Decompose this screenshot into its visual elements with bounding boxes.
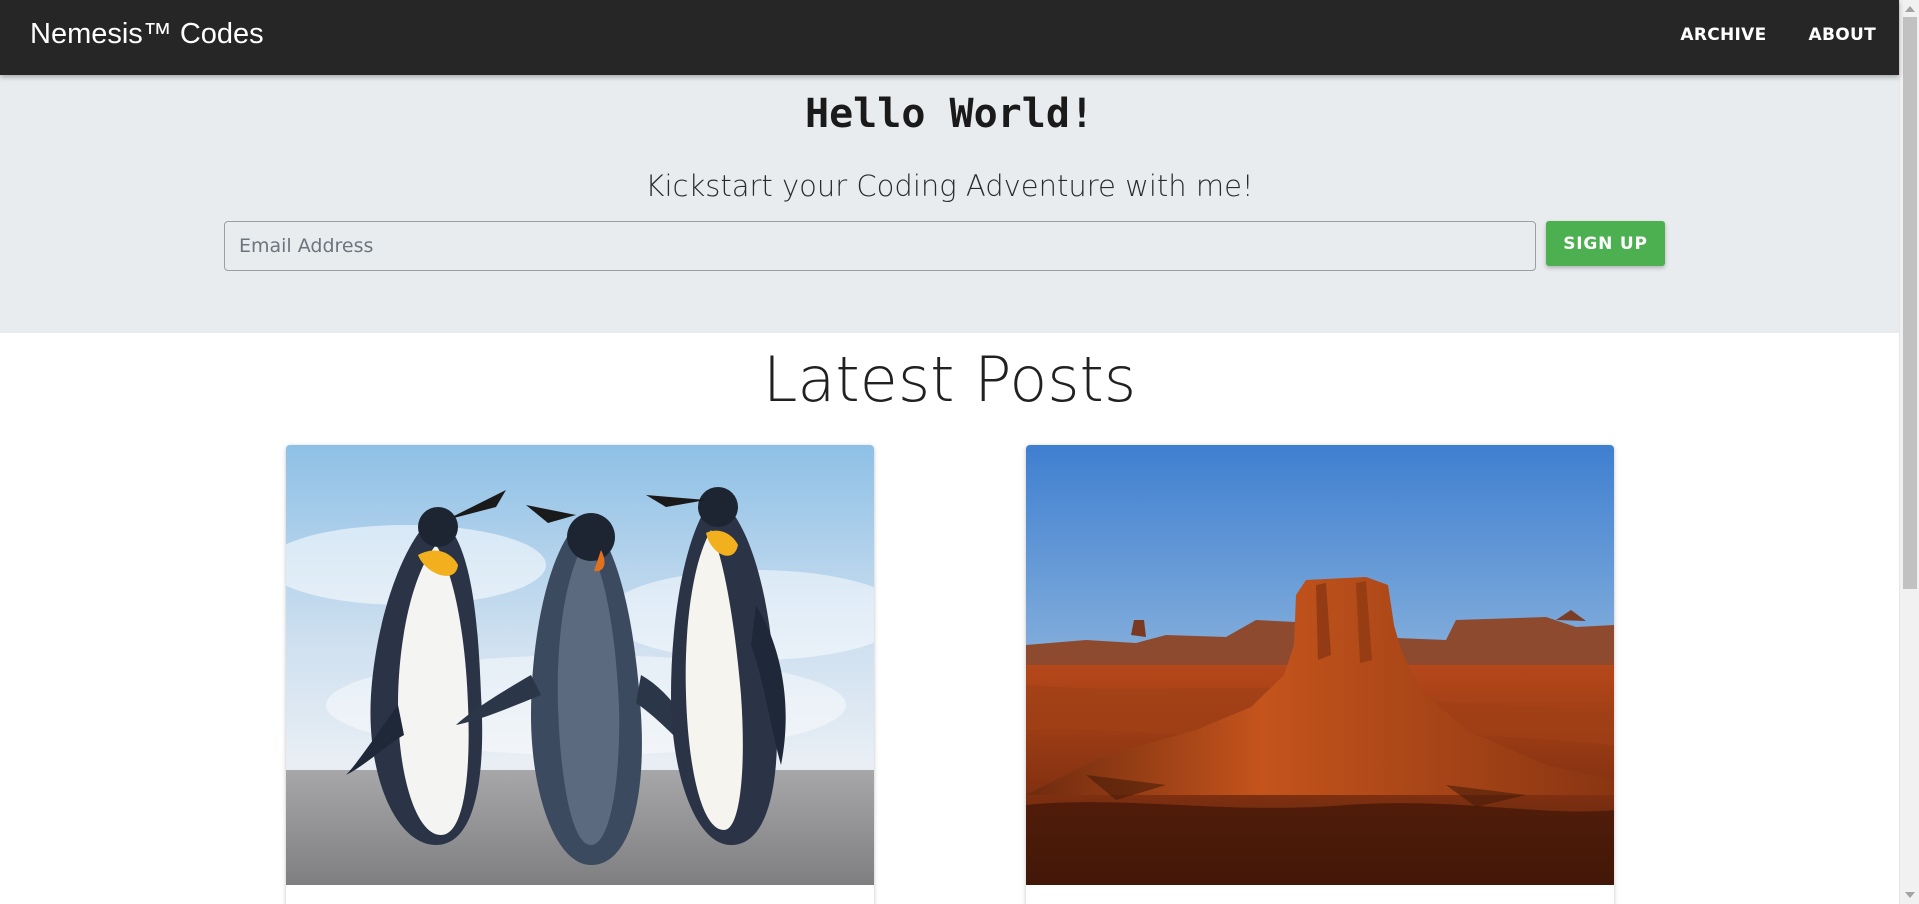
nav-link-archive[interactable]: ARCHIVE	[1680, 25, 1766, 45]
nav-link-about[interactable]: ABOUT	[1809, 25, 1876, 45]
desert-mesa-image[interactable]	[1026, 445, 1614, 885]
hero-title: Hello World!	[805, 91, 1094, 137]
page-scrollbar[interactable]	[1899, 0, 1919, 904]
post-card[interactable]	[286, 445, 874, 904]
signup-button[interactable]: SIGN UP	[1546, 221, 1665, 266]
hero-section: Hello World! Kickstart your Coding Adven…	[0, 75, 1899, 333]
scroll-up-arrow-icon[interactable]	[1905, 6, 1915, 12]
scroll-down-arrow-icon[interactable]	[1905, 892, 1915, 898]
hero-subtitle: Kickstart your Coding Adventure with me!	[645, 169, 1254, 203]
top-navbar: Nemesis™ Codes ARCHIVE ABOUT	[0, 0, 1899, 75]
scrollbar-thumb[interactable]	[1903, 17, 1917, 589]
email-input[interactable]	[224, 221, 1536, 271]
post-card[interactable]	[1026, 445, 1614, 904]
latest-posts-title: Latest Posts	[762, 343, 1137, 416]
brand-link[interactable]: Nemesis™ Codes	[30, 16, 264, 52]
nav-links: ARCHIVE ABOUT	[1638, 0, 1876, 70]
penguins-image[interactable]	[286, 445, 874, 885]
